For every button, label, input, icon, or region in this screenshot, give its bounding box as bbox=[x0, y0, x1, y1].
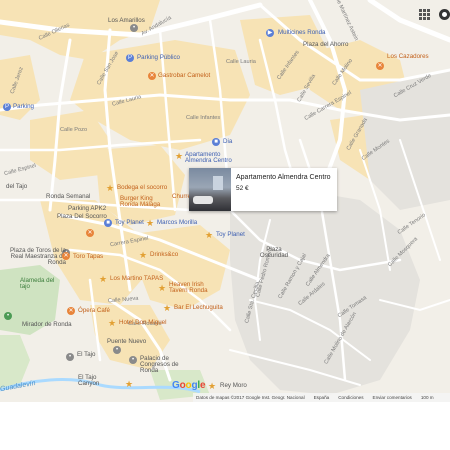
poi-label: Apartamento Almendra Centro bbox=[185, 151, 232, 165]
poi-label: Parking Público bbox=[137, 54, 180, 61]
poi-label: Gastrobar Camelot bbox=[158, 72, 211, 79]
restaurant-icon[interactable]: ✕ bbox=[62, 252, 70, 260]
poi-label: Heaven Irish Tavern Ronda bbox=[169, 281, 208, 295]
country-link[interactable]: España bbox=[314, 395, 330, 400]
poi-label: Burger King Ronda Málaga bbox=[120, 195, 161, 209]
restaurant-icon[interactable]: ✕ bbox=[148, 72, 156, 80]
parking-icon[interactable]: P bbox=[126, 54, 134, 62]
poi-label: Mirador de Ronda bbox=[22, 321, 72, 328]
poi-label: Plaza de Toros de la Real Maestranza de … bbox=[10, 247, 66, 267]
listing-info: Apartamento Almendra Centro 52 € bbox=[231, 168, 336, 211]
poi-label: El Tajo bbox=[77, 351, 96, 358]
terms-link[interactable]: Condiciones bbox=[338, 395, 363, 400]
star-icon[interactable]: ★ bbox=[139, 251, 147, 260]
poi-label: Los Martino TAPAS bbox=[110, 275, 164, 282]
street-label: Calle Infantes bbox=[186, 115, 221, 121]
star-icon[interactable]: ★ bbox=[146, 219, 154, 228]
bus-station-icon[interactable]: • bbox=[130, 24, 138, 32]
star-icon[interactable]: ★ bbox=[108, 319, 116, 328]
poi-label: Hotel Don Miguel bbox=[119, 319, 167, 326]
map-canvas[interactable]: Calle Jerez Calle Martínez Astein Calle … bbox=[0, 0, 450, 402]
listing-price: 52 € bbox=[236, 185, 249, 192]
poi-label: del Tajo bbox=[6, 183, 28, 190]
landmark-icon[interactable]: • bbox=[113, 346, 121, 354]
poi-label: Bar El Lechuguita bbox=[174, 304, 223, 311]
restaurant-icon[interactable]: ✕ bbox=[86, 229, 94, 237]
star-icon[interactable]: ★ bbox=[99, 275, 107, 284]
cafe-icon[interactable]: ✕ bbox=[67, 307, 75, 315]
map-data-attribution: Datos de mapas ©2017 Google Inst. Geogr.… bbox=[196, 395, 305, 400]
parking-icon[interactable]: P bbox=[3, 103, 11, 111]
restaurant-icon[interactable]: ✕ bbox=[376, 62, 384, 70]
poi-label: El Tajo Canyon bbox=[78, 374, 100, 388]
account-icon[interactable] bbox=[439, 9, 450, 20]
poi-label: Puente Nuevo bbox=[107, 338, 147, 345]
poi-label: Toy Planet bbox=[115, 219, 144, 226]
poi-label: Los Cazadores bbox=[387, 53, 429, 60]
star-icon[interactable]: ★ bbox=[158, 284, 166, 293]
star-icon[interactable]: ★ bbox=[163, 304, 171, 313]
scale-label: 100 m bbox=[420, 395, 434, 400]
poi-label: Palacio de Congresos de Ronda bbox=[140, 355, 179, 375]
listing-popup[interactable]: Apartamento Almendra Centro 52 € bbox=[189, 168, 337, 211]
attribution-bar: Datos de mapas ©2017 Google Inst. Geogr.… bbox=[193, 393, 450, 402]
google-logo[interactable]: Google bbox=[172, 380, 206, 391]
poi-label: Ronda Semanal bbox=[46, 193, 91, 200]
poi-label: Plaza Oscuridad bbox=[259, 246, 289, 260]
star-icon[interactable]: ★ bbox=[208, 382, 216, 391]
street-label: Calle Lauria bbox=[226, 59, 256, 65]
window-shape bbox=[213, 176, 223, 190]
apps-grid-icon[interactable] bbox=[419, 9, 430, 20]
star-icon[interactable]: ★ bbox=[175, 152, 183, 161]
viewpoint-icon[interactable]: • bbox=[4, 312, 12, 320]
star-icon[interactable]: ★ bbox=[125, 380, 133, 389]
street-label: Calle Pozo bbox=[60, 127, 88, 133]
poi-label: Plaza Del Socorro bbox=[57, 213, 107, 220]
poi-label: Bodega el socorro bbox=[117, 184, 168, 191]
poi-label: Drinks&co bbox=[150, 251, 179, 258]
landmark-icon[interactable]: • bbox=[129, 356, 137, 364]
poi-label: Ópera Café bbox=[78, 307, 110, 314]
poi-label: Rey Moro bbox=[220, 382, 247, 389]
store-icon[interactable]: ■ bbox=[104, 219, 112, 227]
listing-photo[interactable] bbox=[189, 168, 231, 211]
star-icon[interactable]: ★ bbox=[205, 231, 213, 240]
star-icon[interactable]: ★ bbox=[106, 184, 114, 193]
poi-label: Marcos Morilla bbox=[157, 219, 198, 226]
listing-title: Apartamento Almendra Centro bbox=[236, 174, 331, 181]
poi-label: Plaza del Ahorro bbox=[303, 41, 349, 48]
poi-label: Multicines Ronda bbox=[278, 29, 326, 36]
poi-label: Parking bbox=[13, 103, 34, 110]
poi-label: Toy Planet bbox=[216, 231, 245, 238]
poi-label: Dia bbox=[223, 138, 233, 145]
poi-label: Parking APK2 bbox=[68, 205, 107, 212]
poi-label: Alameda del tajo bbox=[20, 277, 55, 291]
shopping-cart-icon[interactable]: ■ bbox=[212, 138, 220, 146]
car-shape bbox=[193, 196, 213, 204]
logo-letter: e bbox=[199, 380, 206, 391]
feedback-link[interactable]: Enviar comentarios bbox=[373, 395, 412, 400]
landmark-icon[interactable]: • bbox=[66, 353, 74, 361]
cinema-icon[interactable]: ▶ bbox=[266, 29, 274, 37]
poi-label: Los Amarillos bbox=[108, 17, 145, 24]
logo-letter: G bbox=[172, 380, 180, 391]
poi-label: Toro Tapas bbox=[73, 253, 104, 260]
